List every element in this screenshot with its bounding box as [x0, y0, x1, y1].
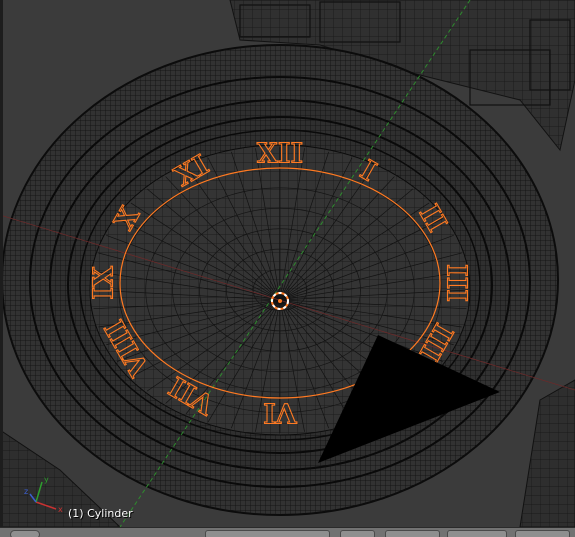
gizmo-z-label: z: [24, 487, 28, 496]
wireframe-scene[interactable]: XIIIIIIIIIIIIVVIVIIVIIIIXXXI x y z: [0, 0, 575, 527]
viewport-border: [0, 0, 3, 527]
3d-viewport[interactable]: XIIIIIIIIIIIIVVIVIIVIIIIXXXI x y z (1) C…: [0, 0, 575, 527]
numeral-xii[interactable]: XII: [256, 138, 303, 170]
numeral-vi[interactable]: VI: [263, 396, 299, 428]
gizmo-x-label: x: [58, 505, 63, 514]
active-object-label: (1) Cylinder: [68, 507, 133, 520]
numeral-ix[interactable]: IX: [88, 266, 120, 301]
gizmo-y-label: y: [44, 475, 49, 484]
numeral-iii[interactable]: III: [440, 264, 472, 303]
